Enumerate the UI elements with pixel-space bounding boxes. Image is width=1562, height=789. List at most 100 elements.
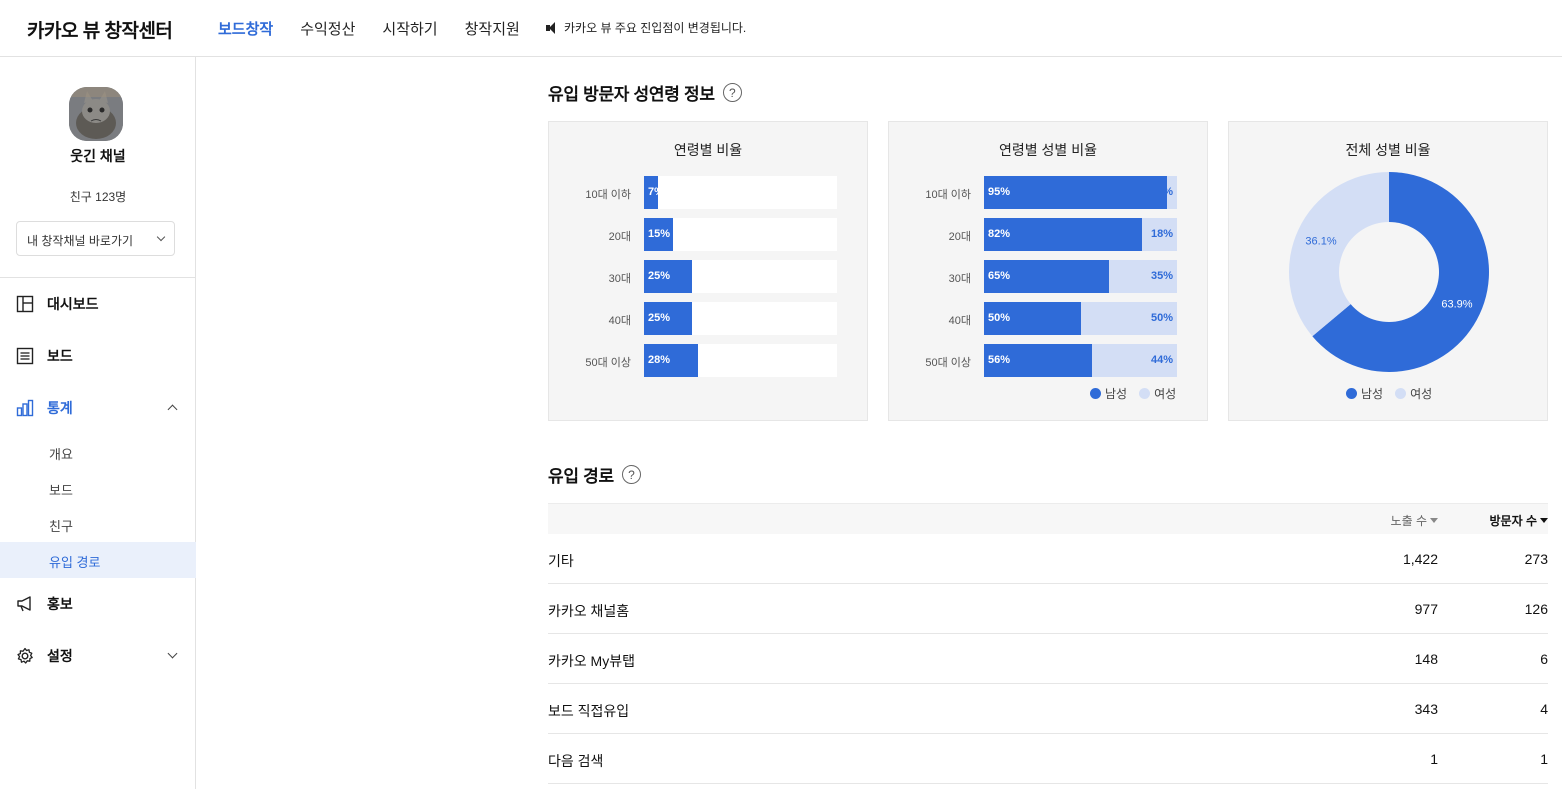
data-label: 25% — [648, 312, 671, 324]
legend-dot-male — [1090, 388, 1101, 399]
legend-dot-female — [1395, 388, 1407, 399]
sidebar: 웃긴 채널 친구 123명 내 창작채널 바로가기 대시보드 보드 통계 개요 … — [0, 57, 196, 789]
main-nav: 보드창작 수익정산 시작하기 창작지원 — [218, 18, 547, 39]
tick-label: 40대 — [948, 315, 971, 327]
impressions-value: 977 — [1414, 601, 1438, 617]
bar-row: 30대 35% 65% — [889, 260, 1209, 294]
header-impressions: 노출 수 — [1390, 514, 1427, 528]
sidebar-sub-inflow[interactable]: 유입 경로 — [0, 542, 196, 578]
bar-row: 20대 15% — [549, 218, 869, 252]
sidebar-item-dashboard[interactable]: 대시보드 — [0, 284, 196, 324]
brand-logo[interactable]: 카카오 뷰 창작센터 — [27, 16, 173, 43]
impressions-value: 343 — [1414, 701, 1438, 717]
notice[interactable]: 카카오 뷰 주요 진입점이 변경됩니다. — [546, 19, 746, 36]
data-label: 25% — [648, 270, 671, 282]
source-name: 카카오 My뷰탭 — [548, 653, 635, 669]
bar-row: 20대 18% 82% — [889, 218, 1209, 252]
bar: 15% — [644, 218, 673, 251]
legend-dot-female — [1139, 388, 1151, 399]
tick-label: 20대 — [608, 231, 631, 243]
top-bar: 카카오 뷰 창작센터 보드창작 수익정산 시작하기 창작지원 카카오 뷰 주요 … — [0, 0, 1562, 57]
sidebar-item-settings[interactable]: 설정 — [0, 636, 196, 676]
avatar — [69, 87, 123, 141]
section-title-text: 유입 방문자 성연령 정보 — [548, 85, 715, 104]
bar-male: 56% — [984, 344, 1093, 377]
legend-dot-male — [1346, 388, 1357, 399]
bar-track — [644, 176, 837, 209]
impressions-value: 1,422 — [1402, 551, 1438, 567]
gear-icon — [17, 647, 33, 664]
bar-male: 50% — [984, 302, 1081, 335]
table-row: 보드 직접유입 343 4 — [548, 684, 1548, 734]
nav-revenue[interactable]: 수익정산 — [300, 18, 355, 39]
data-label: 65% — [988, 270, 1011, 282]
megaphone-icon — [17, 596, 31, 612]
age-ratio-card: 연령별 비율 10대 이하 7% 20대 15% 30대 25% 40대 25% 50대 이상 2… — [548, 121, 868, 421]
bar-row: 10대 이하 5% 95% — [889, 176, 1209, 210]
channel-select[interactable]: 내 창작채널 바로가기 — [16, 221, 175, 256]
bar: 28% — [644, 344, 699, 377]
sidebar-sub-overview[interactable]: 개요 — [0, 434, 196, 470]
bar-row: 10대 이하 7% — [549, 176, 869, 210]
table-row: 기타 1,422 273 — [548, 534, 1548, 584]
sort-visitors[interactable]: 방문자 수 — [1489, 512, 1548, 529]
header-visitors: 방문자 수 — [1489, 514, 1538, 528]
data-label: 44% — [1150, 354, 1173, 366]
bar-female: 50% — [1080, 302, 1177, 335]
chart-title: 연령별 성별 비율 — [999, 142, 1097, 158]
source-name: 다음 검색 — [548, 753, 604, 769]
bar-female: 35% — [1109, 260, 1177, 293]
sort-down-icon — [1430, 518, 1438, 523]
bar-female: 18% — [1142, 218, 1177, 251]
friends-count: 친구 123명 — [69, 190, 127, 204]
data-label: 95% — [988, 186, 1011, 198]
source-name: 보드 직접유입 — [548, 703, 630, 719]
chevron-down-icon — [167, 648, 178, 659]
visitors-value: 4 — [1540, 701, 1548, 717]
visitors-value: 1 — [1540, 751, 1548, 767]
sidebar-item-label: 설정 — [47, 648, 73, 664]
bar-row: 40대 25% — [549, 302, 869, 336]
age-gender-card: 연령별 성별 비율 10대 이하 5% 95% 20대 18% 82% 30대 35% 65% 4… — [888, 121, 1208, 421]
table-row: 카카오 My뷰탭 148 6 — [548, 634, 1548, 684]
bar-row: 50대 이상 28% — [549, 344, 869, 378]
impressions-value: 148 — [1414, 651, 1438, 667]
data-label: 18% — [1150, 228, 1173, 240]
slice-label: 63.9% — [1441, 299, 1472, 311]
bar-chart-icon — [16, 399, 34, 417]
legend-female: 여성 — [1410, 387, 1433, 401]
help-icon[interactable]: ? — [621, 465, 641, 484]
source-name: 기타 — [548, 553, 574, 569]
nav-support[interactable]: 창작지원 — [465, 18, 520, 39]
gender-donut-chart: 63.9% 36.1% — [1289, 172, 1489, 372]
divider — [0, 277, 196, 278]
sort-impressions[interactable]: 노출 수 — [1391, 512, 1438, 529]
nav-board-create[interactable]: 보드창작 — [218, 18, 273, 39]
visitors-value: 126 — [1524, 601, 1548, 617]
channel-select-label: 내 창작채널 바로가기 — [27, 234, 134, 248]
help-icon[interactable]: ? — [722, 83, 742, 102]
sidebar-sub-board[interactable]: 보드 — [0, 470, 196, 506]
chart-title: 전체 성별 비율 — [1345, 142, 1431, 158]
tick-label: 50대 이상 — [925, 357, 971, 369]
source-name: 카카오 채널홈 — [548, 603, 630, 619]
sidebar-sub-friends[interactable]: 친구 — [0, 506, 196, 542]
nav-start[interactable]: 시작하기 — [382, 18, 437, 39]
data-label: 50% — [988, 312, 1011, 324]
sidebar-item-board[interactable]: 보드 — [0, 336, 196, 376]
sort-down-icon — [1540, 518, 1548, 523]
tick-label: 40대 — [608, 315, 631, 327]
tick-label: 30대 — [608, 273, 631, 285]
sidebar-item-promo[interactable]: 홍보 — [0, 584, 196, 624]
tick-label: 10대 이하 — [925, 189, 971, 201]
bar-male: 82% — [984, 218, 1143, 251]
chart-title: 연령별 비율 — [673, 142, 743, 158]
data-label: 82% — [988, 228, 1011, 240]
bar-male: 95% — [984, 176, 1168, 209]
list-icon — [16, 347, 34, 365]
legend: 남성 여성 — [1346, 385, 1432, 402]
data-label: 56% — [988, 354, 1011, 366]
legend-male: 남성 — [1361, 387, 1384, 401]
section-title-demographics: 유입 방문자 성연령 정보 ? — [548, 80, 742, 105]
sidebar-item-stats[interactable]: 통계 — [0, 388, 196, 428]
